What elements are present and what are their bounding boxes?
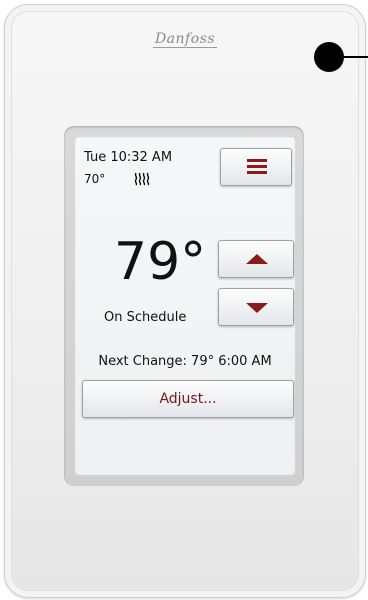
- setpoint-temperature: 79°: [114, 232, 207, 292]
- date-time: Tue 10:32 AM: [84, 150, 173, 165]
- temperature-down-button[interactable]: [218, 288, 294, 326]
- touch-screen: Tue 10:32 AM 70° 79° On Schedule Next Ch…: [74, 136, 296, 476]
- heat-waves-icon: [134, 172, 150, 186]
- brand-logo: Danfoss: [5, 31, 365, 48]
- callout-line: [340, 56, 368, 58]
- adjust-button[interactable]: Adjust...: [82, 380, 294, 418]
- current-temperature: 70°: [84, 172, 106, 186]
- down-arrow-icon: [246, 303, 268, 313]
- menu-button[interactable]: [220, 148, 292, 186]
- up-arrow-icon: [246, 254, 268, 264]
- next-change-info: Next Change: 79° 6:00 AM: [98, 354, 272, 369]
- schedule-status: On Schedule: [104, 310, 187, 325]
- temperature-up-button[interactable]: [218, 240, 294, 278]
- brand-text: Danfoss: [152, 31, 218, 48]
- menu-icon: [247, 159, 267, 175]
